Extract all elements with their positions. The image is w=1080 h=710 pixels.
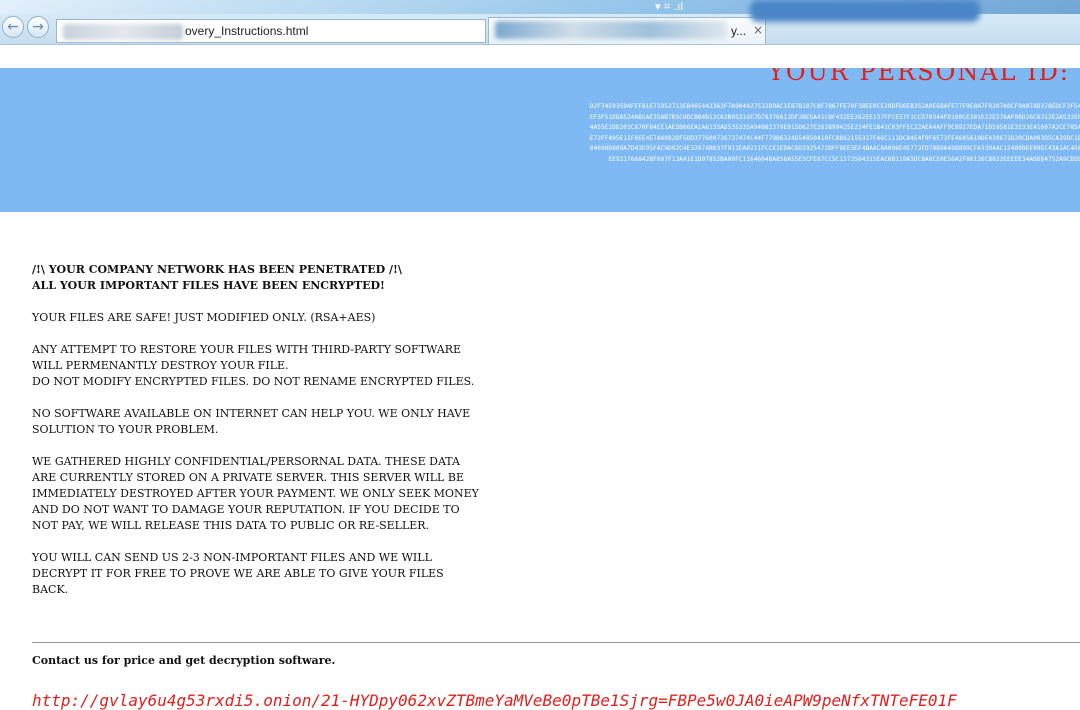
forward-arrow-icon: → <box>32 19 44 35</box>
ransom-note: /!\ YOUR COMPANY NETWORK HAS BEEN PENETR… <box>32 262 482 614</box>
back-button[interactable]: ← <box>2 16 24 38</box>
personal-id-text: D2F74E93594FEFB1E71952713EB465442363F7A9… <box>589 103 1080 163</box>
tab-title: y... <box>731 24 747 38</box>
paragraph-free-decrypt: YOU WILL CAN SEND US 2-3 NON-IMPORTANT F… <box>32 551 444 596</box>
browser-tab[interactable]: y... × <box>488 17 766 44</box>
tray-icons: ▾ ⌗ .ıl <box>655 0 684 13</box>
back-arrow-icon: ← <box>7 19 19 35</box>
paragraph-data-gathered: WE GATHERED HIGHLY CONFIDENTIAL/PERSORNA… <box>32 455 479 532</box>
warning-heading: /!\ YOUR COMPANY NETWORK HAS BEEN PENETR… <box>32 263 402 292</box>
address-bar[interactable]: overy_Instructions.html <box>56 19 486 43</box>
paragraph-no-software: NO SOFTWARE AVAILABLE ON INTERNET CAN HE… <box>32 407 471 436</box>
paragraph-restore-warning: ANY ATTEMPT TO RESTORE YOUR FILES WITH T… <box>32 343 475 388</box>
onion-link[interactable]: http://gvlay6u4g53rxdi5.onion/21-HYDpy06… <box>32 691 957 710</box>
divider <box>32 642 1080 643</box>
redacted-url-prefix <box>63 24 183 40</box>
personal-id-banner: YOUR PERSONAL ID: D2F74E93594FEFB1E71952… <box>0 68 1080 212</box>
tab-close-icon[interactable]: × <box>753 23 763 37</box>
forward-button[interactable]: → <box>27 16 49 38</box>
browser-toolbar: ← → overy_Instructions.html y... × ▾ ⌗ .… <box>0 0 1080 45</box>
redacted-window-region <box>750 0 980 22</box>
banner-title: YOUR PERSONAL ID: <box>768 68 1071 86</box>
address-text: overy_Instructions.html <box>185 24 309 38</box>
contact-label: Contact us for price and get decryption … <box>32 654 336 667</box>
redacted-tab-content <box>495 21 727 39</box>
paragraph-files-safe: YOUR FILES ARE SAFE! JUST MODIFIED ONLY.… <box>32 311 376 324</box>
